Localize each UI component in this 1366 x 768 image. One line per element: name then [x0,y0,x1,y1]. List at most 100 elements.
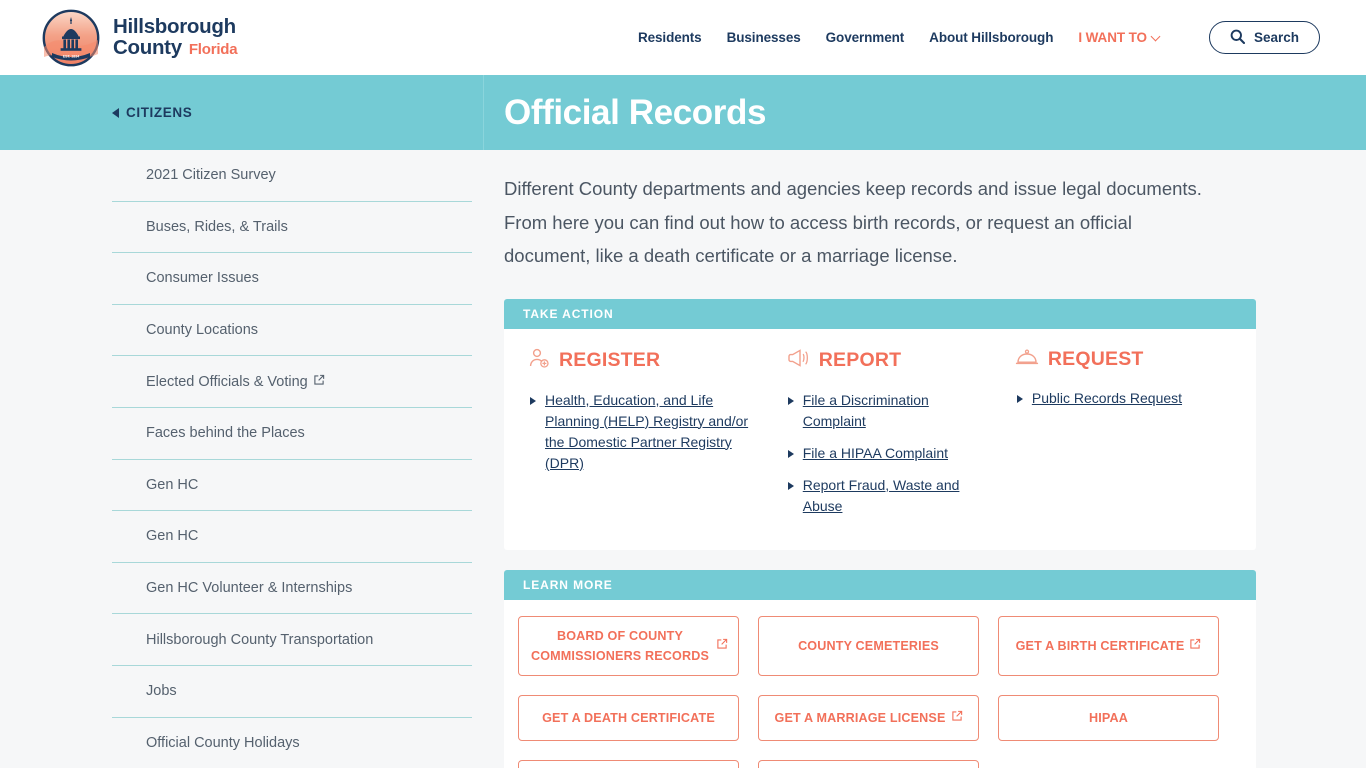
take-action-panel: TAKE ACTION REGISTER Health, Education, a… [504,298,1256,550]
learn-more-button-grid: BOARD OF COUNTY COMMISSIONERS RECORDS COU… [504,600,1256,768]
learn-more-panel-header: LEARN MORE [504,569,1256,600]
take-action-link[interactable]: Public Records Request [1032,388,1182,409]
take-action-column: REGISTER Health, Education, and Life Plan… [522,347,780,528]
learn-more-button[interactable]: GET A MARRIAGE LICENSE [758,694,979,741]
learn-more-button-label: GET A DEATH CERTIFICATE [542,710,715,725]
external-link-icon [951,709,963,727]
nav-item-government[interactable]: Government [826,30,905,45]
sidebar-item[interactable]: Buses, Rides, & Trails [112,202,472,254]
sidebar-item-label: Gen HC Volunteer & Internships [146,580,353,597]
main-navigation: Residents Businesses Government About Hi… [638,21,1320,54]
take-action-column: REQUEST Public Records Request [1009,347,1238,528]
take-action-link-row: Health, Education, and Life Planning (HE… [522,390,766,474]
sidebar-item-label: Buses, Rides, & Trails [146,218,288,235]
search-button-label: Search [1253,30,1299,45]
learn-more-button[interactable]: SEARCH COURT RECORDS [518,759,739,768]
take-action-link[interactable]: Report Fraud, Waste and Abuse [803,475,995,517]
back-arrow-icon [112,107,119,118]
search-icon [1230,29,1246,47]
take-action-link[interactable]: File a HIPAA Complaint [803,443,948,464]
page-banner: CITIZENS Official Records [0,75,1366,150]
bullet-arrow-icon [530,396,536,405]
take-action-panel-title: TAKE ACTION [523,306,614,321]
bullet-arrow-icon [1016,394,1023,403]
learn-more-button[interactable]: HIPAA [998,694,1219,741]
brand-wordmark: Hillsborough County Florida [113,14,238,59]
chevron-down-icon [1152,33,1161,42]
sidebar-item-label: 2021 Citizen Survey [146,167,276,184]
page-title-container: Official Records [484,75,1366,150]
sidebar-item-label: Elected Officials & Voting [146,373,308,390]
external-link-icon [1189,637,1201,655]
take-action-link-row: Public Records Request [1009,388,1224,409]
nav-item-residents[interactable]: Residents [638,30,702,45]
sidebar-navigation: 2021 Citizen Survey Buses, Rides, & Trail… [0,150,484,768]
sidebar-item-label: Official County Holidays [146,734,300,751]
sidebar-item[interactable]: Elected Officials & Voting [112,356,472,408]
learn-more-button[interactable]: COUNTY CEMETERIES [758,615,979,676]
learn-more-button-label: HIPAA [1089,710,1128,725]
sidebar-item[interactable]: Hillsborough County Transportation [112,614,472,666]
nav-item-i-want-to[interactable]: I WANT TO [1078,30,1161,45]
search-button[interactable]: Search [1208,21,1320,54]
page-body: 2021 Citizen Survey Buses, Rides, & Trail… [0,150,1366,768]
take-action-column-header: REQUEST [1009,347,1224,372]
site-header: EST. 1834 Hillsborough County Florida Re… [0,0,1366,75]
learn-more-button-label: GET A BIRTH CERTIFICATE [1015,638,1185,653]
take-action-link[interactable]: File a Discrimination Complaint [803,390,995,432]
take-action-column-title: REGISTER [559,348,661,371]
sidebar-item[interactable]: Jobs [112,666,472,718]
sidebar-item[interactable]: Gen HC [112,511,472,563]
bullet-arrow-icon [787,481,794,490]
sidebar-item[interactable]: County Locations [112,305,472,357]
section-label: CITIZENS [126,105,193,120]
sidebar-item-label: Gen HC [146,476,199,493]
learn-more-button[interactable]: GET A DEATH CERTIFICATE [518,694,739,741]
sidebar-item-label: Jobs [146,683,177,700]
learn-more-button[interactable]: GET A BIRTH CERTIFICATE [998,615,1219,676]
nav-item-about-hillsborough[interactable]: About Hillsborough [929,30,1053,45]
learn-more-panel: LEARN MORE BOARD OF COUNTY COMMISSIONERS… [504,569,1256,768]
take-action-column-header: REPORT [780,347,995,374]
sidebar-item-label: County Locations [146,322,259,339]
external-link-icon [313,374,325,390]
megaphone-icon [786,347,810,374]
sidebar-item[interactable]: Official County Holidays [112,718,472,768]
site-logo[interactable]: EST. 1834 Hillsborough County Florida [42,9,238,67]
learn-more-button-label: GET A MARRIAGE LICENSE [774,710,946,725]
hillsborough-county-seal-icon: EST. 1834 [42,9,100,67]
sidebar-item[interactable]: Consumer Issues [112,253,472,305]
sidebar-item-label: Faces behind the Places [146,425,305,442]
sidebar-item-label: Hillsborough County Transportation [146,631,374,648]
nav-item-i-want-to-label: I WANT TO [1078,30,1147,45]
take-action-link-row: File a Discrimination Complaint [780,390,995,432]
bullet-arrow-icon [787,396,794,405]
register-person-icon [528,347,550,374]
take-action-columns: REGISTER Health, Education, and Life Plan… [522,347,1238,528]
nav-item-businesses[interactable]: Businesses [727,30,801,45]
learn-more-button-label: BOARD OF COUNTY COMMISSIONERS RECORDS [530,628,710,663]
section-back-link[interactable]: CITIZENS [0,75,484,150]
sidebar-item[interactable]: 2021 Citizen Survey [112,150,472,202]
sidebar-item-label: Gen HC [146,528,199,545]
main-content: Different County departments and agencie… [484,150,1366,768]
service-bell-icon [1015,347,1039,372]
bullet-arrow-icon [787,449,794,458]
sidebar-item[interactable]: Gen HC Volunteer & Internships [112,563,472,615]
learn-more-button[interactable]: BOARD OF COUNTY COMMISSIONERS RECORDS [518,615,739,676]
brand-line-1: Hillsborough [113,14,236,38]
learn-more-button-label: COUNTY CEMETERIES [798,638,939,653]
take-action-link[interactable]: Health, Education, and Life Planning (HE… [545,390,766,474]
learn-more-button[interactable]: SEARCH OFFICIAL RECORDS [758,759,979,768]
svg-text:EST. 1834: EST. 1834 [63,54,80,58]
sidebar-item-label: Consumer Issues [146,270,259,287]
page-description: Different County departments and agencie… [504,178,1202,266]
take-action-link-row: File a HIPAA Complaint [780,443,995,464]
brand-line-2: County [113,35,182,59]
take-action-panel-header: TAKE ACTION [504,298,1256,329]
sidebar-item[interactable]: Faces behind the Places [112,408,472,460]
take-action-column: REPORT File a Discrimination Complaint Fil… [780,347,1009,528]
sidebar-item[interactable]: Gen HC [112,460,472,512]
take-action-column-title: REQUEST [1047,347,1144,370]
external-link-icon [716,637,728,655]
